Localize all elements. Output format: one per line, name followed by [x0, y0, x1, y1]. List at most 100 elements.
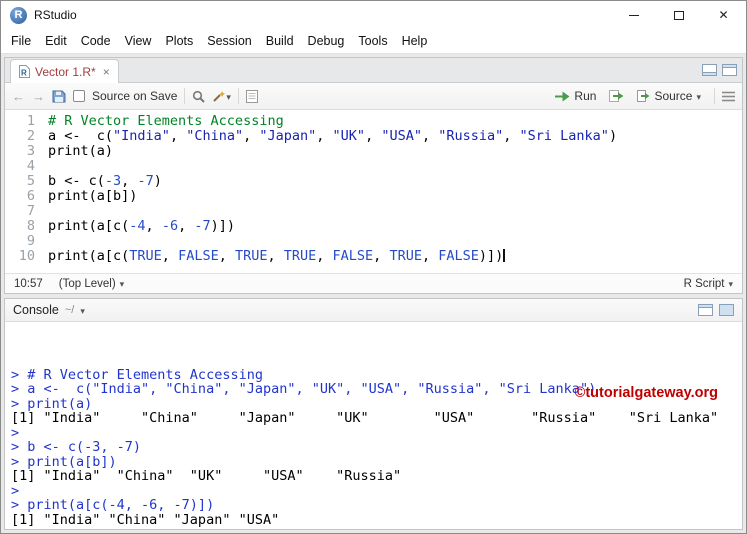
run-button[interactable]: Run — [549, 86, 602, 106]
editor-line-1[interactable]: 1 # R Vector Elements Accessing — [5, 114, 742, 129]
editor-line-4[interactable]: 4 — [5, 159, 742, 174]
source-pane: R Vector 1.R* × ← → Source on Save ▾ Run… — [4, 57, 743, 294]
console-line: [1] "India" "China" "Japan" "USA" — [11, 511, 280, 528]
scope-selector[interactable]: (Top Level) — [59, 278, 124, 290]
source-on-save-label: Source on Save — [92, 89, 178, 103]
source-pane-controls — [702, 64, 737, 76]
editor-toolbar: ← → Source on Save ▾ Run Source ▾ — [5, 83, 742, 110]
console-line: [1] "India" "China" "UK" "USA" "Russia" — [11, 468, 402, 484]
code-text: print(a[c(TRUE, FALSE, TRUE, TRUE, FALSE… — [48, 248, 505, 264]
toolbar-separator — [714, 88, 715, 104]
console-line: > — [11, 482, 20, 499]
menu-edit[interactable]: Edit — [38, 30, 74, 52]
line-number: 9 — [26, 233, 35, 249]
tab-title: Vector 1.R* — [35, 64, 96, 79]
save-icon[interactable] — [52, 90, 66, 103]
workspace: R Vector 1.R* × ← → Source on Save ▾ Run… — [1, 54, 746, 533]
watermark: ©tutorialgateway.org — [574, 385, 718, 401]
run-label: Run — [574, 89, 597, 103]
line-number: 7 — [26, 203, 35, 219]
code-text: # R Vector Elements Accessing — [48, 113, 284, 129]
toolbar-separator — [184, 88, 186, 104]
editor-line-8[interactable]: 8 print(a[c(-4, -6, -7)]) — [5, 219, 742, 234]
menu-session[interactable]: Session — [200, 30, 258, 52]
line-number: 1 — [26, 113, 35, 129]
close-icon: ✕ — [718, 8, 729, 22]
tab-close-icon[interactable]: × — [103, 65, 110, 79]
chevron-down-icon — [696, 87, 701, 105]
r-file-icon: R — [19, 65, 30, 78]
line-number: 2 — [26, 128, 35, 144]
source-button[interactable]: Source — [631, 84, 707, 108]
menu-view[interactable]: View — [118, 30, 159, 52]
source-on-save-checkbox[interactable] — [73, 90, 85, 102]
rstudio-logo-icon: R — [10, 6, 27, 24]
editor-line-2[interactable]: 2 a <- c("India", "China", "Japan", "UK",… — [5, 129, 742, 144]
toolbar-separator — [237, 88, 239, 104]
outline-icon[interactable] — [722, 91, 735, 102]
chevron-down-icon[interactable] — [80, 301, 85, 319]
menu-bar: File Edit Code View Plots Session Build Debug To… — [1, 29, 746, 54]
menu-debug[interactable]: Debug — [301, 30, 352, 52]
console-pane: Console ~/ ©tutorialgateway.org > # R Ve… — [4, 298, 743, 530]
code-tools-wand-icon[interactable] — [212, 87, 231, 105]
line-number: 6 — [26, 188, 35, 204]
console-line: > b <- c(-3, -7) — [11, 439, 142, 455]
console-header: Console ~/ — [5, 299, 742, 322]
menu-file[interactable]: File — [4, 30, 38, 52]
chevron-down-icon — [226, 87, 231, 105]
code-text: print(a[c(-4, -6, -7)]) — [48, 218, 235, 234]
compile-notebook-icon[interactable] — [245, 89, 258, 103]
menu-help[interactable]: Help — [395, 30, 435, 52]
line-number: 3 — [26, 143, 35, 159]
code-text: print(a[b]) — [48, 188, 138, 204]
logo-letter: R — [14, 9, 23, 21]
editor-status-bar: 10:57 (Top Level) R Script — [5, 273, 742, 293]
back-icon[interactable]: ← — [12, 90, 25, 103]
editor-line-10[interactable]: 10 print(a[c(TRUE, FALSE, TRUE, TRUE, FAL… — [5, 249, 742, 264]
console-line: [1] "India" "China" "Japan" "UK" "USA" "… — [11, 410, 719, 426]
menu-tools[interactable]: Tools — [351, 30, 394, 52]
file-type-selector[interactable]: R Script — [684, 278, 733, 290]
maximize-icon — [673, 10, 684, 20]
chevron-down-icon — [728, 278, 733, 290]
menu-build[interactable]: Build — [259, 30, 301, 52]
editor[interactable]: 1 # R Vector Elements Accessing 2 a <- c("I… — [5, 110, 742, 273]
source-doc-icon — [637, 90, 650, 102]
console-line: > # R Vector Elements Accessing — [11, 366, 263, 383]
find-icon[interactable] — [192, 90, 206, 103]
rstudio-window: R RStudio ✕ File Edit Code View Plots Session… — [0, 0, 747, 534]
editor-line-7[interactable]: 7 — [5, 204, 742, 219]
pane-maximize-icon[interactable] — [719, 304, 734, 316]
editor-line-9[interactable]: 9 — [5, 234, 742, 249]
run-arrow-icon — [555, 91, 570, 102]
editor-lines: 1 # R Vector Elements Accessing 2 a <- c("I… — [5, 114, 742, 264]
editor-line-3[interactable]: 3 print(a) — [5, 144, 742, 159]
minimize-icon — [628, 14, 639, 16]
tab-vector1[interactable]: R Vector 1.R* × — [10, 59, 119, 83]
line-number: 8 — [26, 218, 35, 234]
console-line: > print(a[c(-4, -6, -7)]) — [11, 497, 215, 513]
console-output[interactable]: ©tutorialgateway.org > # R Vector Elemen… — [5, 322, 742, 529]
window-title: RStudio — [34, 8, 77, 22]
editor-line-5[interactable]: 5 b <- c(-3, -7) — [5, 174, 742, 189]
cursor-position: 10:57 — [14, 277, 43, 290]
console-line: > — [11, 424, 20, 441]
working-directory: ~/ — [64, 304, 75, 316]
maximize-button[interactable] — [656, 1, 701, 29]
editor-line-6[interactable]: 6 print(a[b]) — [5, 189, 742, 204]
pane-maximize-icon[interactable] — [722, 64, 737, 76]
source-label: Source — [654, 89, 693, 103]
line-number: 4 — [26, 158, 35, 174]
minimize-button[interactable] — [611, 1, 656, 29]
file-type-label: R Script — [683, 277, 725, 290]
rerun-icon[interactable] — [609, 89, 624, 103]
close-button[interactable]: ✕ — [701, 1, 746, 29]
menu-code[interactable]: Code — [74, 30, 118, 52]
pane-minimize-icon[interactable] — [698, 304, 713, 316]
text-cursor — [503, 249, 505, 262]
pane-minimize-icon[interactable] — [702, 64, 717, 76]
title-bar: R RStudio ✕ — [1, 1, 746, 29]
forward-icon[interactable]: → — [32, 90, 45, 103]
menu-plots[interactable]: Plots — [158, 30, 200, 52]
